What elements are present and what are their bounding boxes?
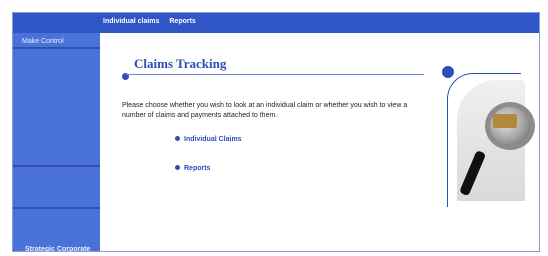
page-title: Claims Tracking [134,56,227,71]
magnifier-illustration [457,80,535,201]
top-nav: Individual claims Reports [103,18,204,25]
link-individual-claims[interactable]: Individual Claims [175,136,242,143]
title-underline [126,74,424,75]
illustration-panel [439,66,535,207]
sidebar-top-label: Make Control [22,38,64,45]
app-frame: Individual claims Reports Make Control S… [12,12,540,253]
sidebar-bottom-label: Strategic Corporate [25,246,91,253]
sidebar-divider [13,207,100,209]
top-nav-individual-claims[interactable]: Individual claims [103,18,159,25]
sidebar-divider [13,47,100,49]
magnified-document-icon [493,114,517,128]
left-sidebar: Make Control Strategic Corporate [13,33,100,253]
magnifier-handle-icon [459,150,487,197]
top-navigation-bar: Individual claims Reports [13,13,539,33]
link-reports[interactable]: Reports [175,165,210,172]
accent-dot [442,66,454,78]
top-nav-reports[interactable]: Reports [169,18,195,25]
sidebar-divider [13,165,100,167]
page-description: Please choose whether you wish to look a… [122,102,408,119]
